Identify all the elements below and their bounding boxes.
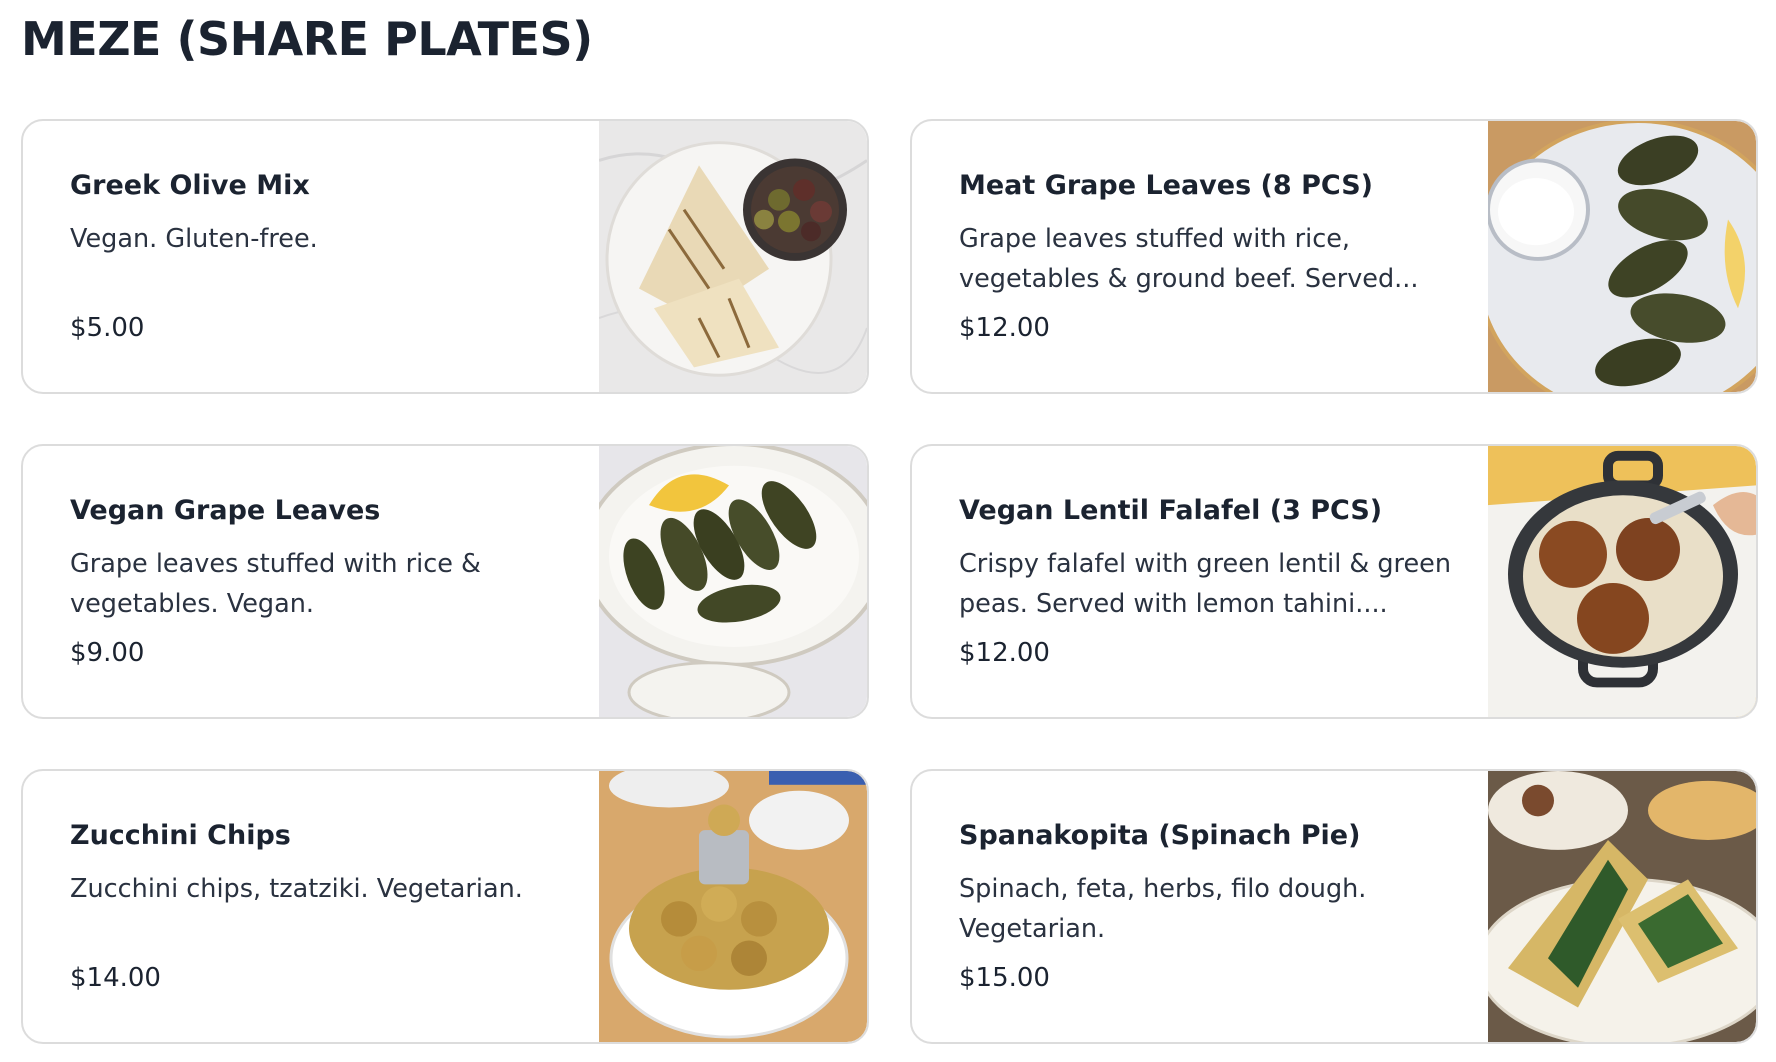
item-price: $5.00 — [70, 313, 145, 343]
grape-leaves-yogurt-photo-icon — [1488, 121, 1756, 392]
item-name: Meat Grape Leaves (8 PCS) — [959, 170, 1373, 201]
item-price: $14.00 — [70, 963, 161, 993]
menu-item-info: Greek Olive Mix Vegan. Gluten-free. $5.0… — [70, 169, 590, 345]
item-description: Zucchini chips, tzatziki. Vegetarian. — [70, 874, 523, 904]
menu-grid: Greek Olive Mix Vegan. Gluten-free. $5.0… — [21, 119, 1758, 1044]
item-name: Zucchini Chips — [70, 820, 291, 851]
item-name: Vegan Lentil Falafel (3 PCS) — [959, 495, 1383, 526]
item-name: Greek Olive Mix — [70, 170, 310, 201]
menu-item-info: Vegan Lentil Falafel (3 PCS) Crispy fala… — [959, 494, 1479, 670]
menu-item-info: Zucchini Chips Zucchini chips, tzatziki.… — [70, 819, 590, 995]
menu-item-info: Meat Grape Leaves (8 PCS) Grape leaves s… — [959, 169, 1479, 345]
item-price: $15.00 — [959, 963, 1050, 993]
item-description: Vegan. Gluten-free. — [70, 224, 318, 254]
item-description: Grape leaves stuffed with rice & vegetab… — [70, 549, 481, 619]
item-description: Grape leaves stuffed with rice, vegetabl… — [959, 224, 1419, 294]
item-price: $12.00 — [959, 638, 1050, 668]
item-name: Vegan Grape Leaves — [70, 495, 381, 526]
menu-item-card[interactable]: Vegan Grape Leaves Grape leaves stuffed … — [21, 444, 869, 719]
falafel-skillet-photo-icon — [1488, 446, 1756, 717]
zucchini-chips-photo-icon — [599, 771, 867, 1042]
menu-item-info: Spanakopita (Spinach Pie) Spinach, feta,… — [959, 819, 1479, 995]
menu-item-info: Vegan Grape Leaves Grape leaves stuffed … — [70, 494, 590, 670]
olives-pita-photo-icon — [599, 121, 867, 392]
item-price: $9.00 — [70, 638, 145, 668]
menu-item-card[interactable]: Zucchini Chips Zucchini chips, tzatziki.… — [21, 769, 869, 1044]
item-price: $12.00 — [959, 313, 1050, 343]
spanakopita-photo-icon — [1488, 771, 1756, 1042]
menu-item-card[interactable]: Greek Olive Mix Vegan. Gluten-free. $5.0… — [21, 119, 869, 394]
vegan-grape-leaves-photo-icon — [599, 446, 867, 717]
menu-item-card[interactable]: Vegan Lentil Falafel (3 PCS) Crispy fala… — [910, 444, 1758, 719]
menu-item-card[interactable]: Spanakopita (Spinach Pie) Spinach, feta,… — [910, 769, 1758, 1044]
item-name: Spanakopita (Spinach Pie) — [959, 820, 1361, 851]
item-description: Spinach, feta, herbs, filo dough. Vegeta… — [959, 874, 1367, 944]
section-title: MEZE (SHARE PLATES) — [21, 12, 593, 66]
menu-item-card[interactable]: Meat Grape Leaves (8 PCS) Grape leaves s… — [910, 119, 1758, 394]
item-description: Crispy falafel with green lentil & green… — [959, 549, 1452, 619]
